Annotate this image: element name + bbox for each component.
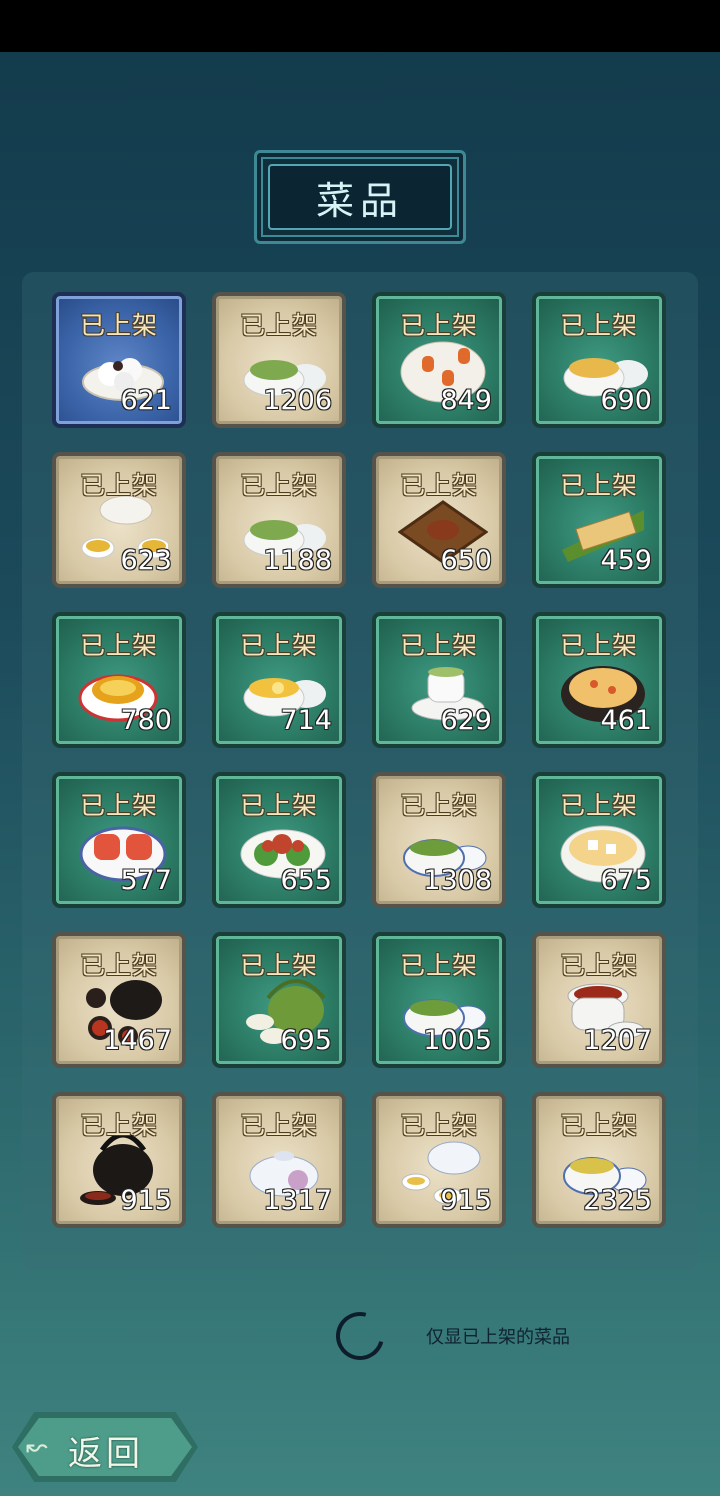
shelf-status-label: 已上架 <box>559 311 638 340</box>
dish-card[interactable]: 已上架 849 <box>372 292 506 428</box>
dish-count: 650 <box>440 545 492 576</box>
dish-card[interactable]: 已上架 2325 <box>532 1092 666 1228</box>
shelf-status-label: 已上架 <box>559 791 638 820</box>
shelf-status-label: 已上架 <box>559 951 638 980</box>
dish-count: 1207 <box>583 1025 652 1056</box>
dish-count: 459 <box>600 545 652 576</box>
shelf-status-label: 已上架 <box>239 791 318 820</box>
swirl-icon: ↜ <box>26 1432 48 1462</box>
shelf-status-label: 已上架 <box>79 951 158 980</box>
dish-count: 1308 <box>423 865 492 896</box>
dish-count: 1206 <box>263 385 332 416</box>
back-button[interactable]: ↜ 返回 <box>12 1412 198 1482</box>
dish-count: 621 <box>120 385 172 416</box>
page-title: 菜品 <box>315 178 404 223</box>
dish-count: 1005 <box>423 1025 492 1056</box>
dish-card[interactable]: 已上架 690 <box>532 292 666 428</box>
dish-count: 577 <box>120 865 172 896</box>
shelf-status-label: 已上架 <box>559 471 638 500</box>
dish-card[interactable]: 已上架 1467 <box>52 932 186 1068</box>
dish-count: 915 <box>120 1185 172 1216</box>
shelf-status-label: 已上架 <box>239 1111 318 1140</box>
dish-card[interactable]: 已上架 577 <box>52 772 186 908</box>
dish-card[interactable]: 已上架 915 <box>372 1092 506 1228</box>
dish-card[interactable]: 已上架 650 <box>372 452 506 588</box>
filter-toggle-row[interactable]: 仅显已上架的菜品 <box>327 1303 570 1369</box>
shelf-status-label: 已上架 <box>79 1111 158 1140</box>
dish-count: 623 <box>120 545 172 576</box>
shelf-status-label: 已上架 <box>239 471 318 500</box>
filter-toggle-icon[interactable] <box>327 1303 393 1369</box>
shelf-status-label: 已上架 <box>239 951 318 980</box>
dish-card[interactable]: 已上架 623 <box>52 452 186 588</box>
shelf-status-label: 已上架 <box>399 471 478 500</box>
shelf-status-label: 已上架 <box>79 791 158 820</box>
dish-count: 629 <box>440 705 492 736</box>
dish-card[interactable]: 已上架 1005 <box>372 932 506 1068</box>
dish-card[interactable]: 已上架 1188 <box>212 452 346 588</box>
dish-card[interactable]: 已上架 629 <box>372 612 506 748</box>
shelf-status-label: 已上架 <box>399 951 478 980</box>
shelf-status-label: 已上架 <box>239 311 318 340</box>
dish-card[interactable]: 已上架 459 <box>532 452 666 588</box>
status-bar <box>0 0 720 52</box>
dish-count: 2325 <box>583 1185 652 1216</box>
dish-panel: 已上架 621 已上架 1206 已上架 849 已上架 690 已上架 623 已上架 1188 已上… <box>22 272 698 1270</box>
back-button-label: 返回 <box>68 1434 144 1474</box>
dish-card[interactable]: 已上架 1317 <box>212 1092 346 1228</box>
shelf-status-label: 已上架 <box>559 631 638 660</box>
dish-card[interactable]: 已上架 780 <box>52 612 186 748</box>
dish-count: 849 <box>440 385 492 416</box>
shelf-status-label: 已上架 <box>399 311 478 340</box>
shelf-status-label: 已上架 <box>559 1111 638 1140</box>
dish-count: 1317 <box>263 1185 332 1216</box>
dish-card[interactable]: 已上架 714 <box>212 612 346 748</box>
shelf-status-label: 已上架 <box>239 631 318 660</box>
shelf-status-label: 已上架 <box>79 471 158 500</box>
dish-count: 655 <box>280 865 332 896</box>
title-plate: 菜品 <box>254 150 466 244</box>
dish-count: 695 <box>280 1025 332 1056</box>
dish-count: 690 <box>600 385 652 416</box>
shelf-status-label: 已上架 <box>399 631 478 660</box>
dish-count: 675 <box>600 865 652 896</box>
filter-label: 仅显已上架的菜品 <box>426 1327 570 1348</box>
dish-card[interactable]: 已上架 621 <box>52 292 186 428</box>
shelf-status-label: 已上架 <box>79 631 158 660</box>
dish-count: 461 <box>600 705 652 736</box>
dish-count: 1188 <box>263 545 332 576</box>
dish-card[interactable]: 已上架 675 <box>532 772 666 908</box>
dish-card[interactable]: 已上架 461 <box>532 612 666 748</box>
dish-count: 915 <box>440 1185 492 1216</box>
dish-count: 714 <box>280 705 332 736</box>
dish-count: 780 <box>120 705 172 736</box>
dish-card[interactable]: 已上架 695 <box>212 932 346 1068</box>
dish-card[interactable]: 已上架 655 <box>212 772 346 908</box>
dish-card[interactable]: 已上架 1308 <box>372 772 506 908</box>
dish-card[interactable]: 已上架 915 <box>52 1092 186 1228</box>
shelf-status-label: 已上架 <box>399 791 478 820</box>
dish-count: 1467 <box>103 1025 172 1056</box>
shelf-status-label: 已上架 <box>79 311 158 340</box>
shelf-status-label: 已上架 <box>399 1111 478 1140</box>
dish-card[interactable]: 已上架 1206 <box>212 292 346 428</box>
dish-card[interactable]: 已上架 1207 <box>532 932 666 1068</box>
